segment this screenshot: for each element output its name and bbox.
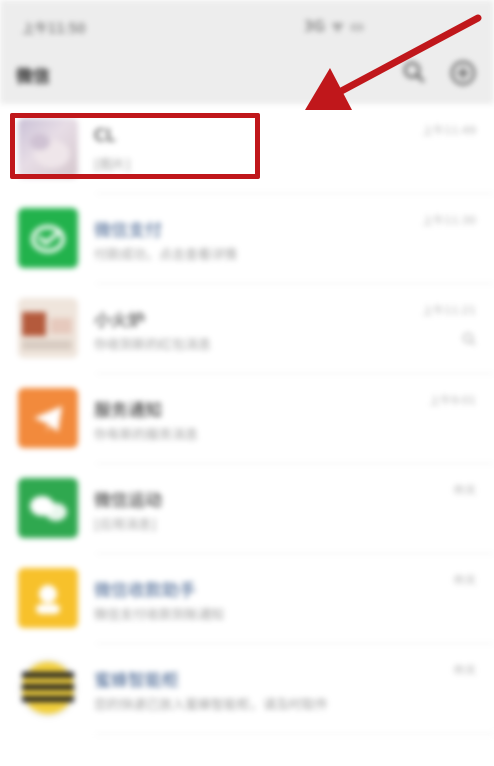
chat-time: 上午11:30 <box>422 214 476 227</box>
chat-item-bee-locker[interactable]: 蜜蜂智能柜 您的快递已放入蜜蜂智能柜，请及时取件 昨天 <box>0 644 494 734</box>
chat-name: 蜜蜂智能柜 <box>94 671 179 691</box>
add-circle-icon[interactable] <box>450 60 476 86</box>
chat-time: 上午9:01 <box>429 394 476 407</box>
bee-locker-glyph <box>22 662 74 714</box>
status-bar: 上午11:50 3G ᯤ ▭ <box>0 0 494 52</box>
wechat-sport-icon <box>18 478 78 538</box>
chat-preview: 你有新的服务消息 <box>94 428 199 443</box>
photo-avatar <box>18 298 78 358</box>
page-title: 微信 <box>16 67 50 87</box>
wechat-receipt-icon <box>18 568 78 628</box>
chat-preview: [应用消息] <box>94 518 157 533</box>
chat-name: 微信收款助手 <box>94 581 196 601</box>
chat-preview: 您的快递已放入蜜蜂智能柜，请及时取件 <box>94 698 329 713</box>
avatar-photo-art <box>22 312 72 350</box>
wechat-pay-glyph <box>31 225 65 253</box>
highlight-box <box>10 113 260 179</box>
bee-locker-icon <box>18 658 78 718</box>
chat-time: 上午11:21 <box>422 304 476 317</box>
chat-name: 服务通知 <box>94 401 162 421</box>
chat-time: 昨天 <box>454 574 476 587</box>
wechat-pay-icon <box>18 208 78 268</box>
nav-bar: 微信 <box>0 52 494 104</box>
chat-item-wechat-pay[interactable]: 微信支付 付款成功，点击查看详情 上午11:30 <box>0 194 494 284</box>
chat-time: 昨天 <box>454 484 476 497</box>
chat-preview: 你收到新的红包消息 <box>94 338 212 353</box>
mute-icon <box>462 332 476 346</box>
chat-item-service-notice[interactable]: 服务通知 你有新的服务消息 上午9:01 <box>0 374 494 464</box>
chat-list: CL [图片] 上午11:49 微信支付 付款成功，点击查看详情 上午11:30 <box>0 104 494 734</box>
service-notice-glyph <box>34 406 62 432</box>
wechat-sport-glyph <box>30 496 67 521</box>
status-icons: 3G ᯤ ▭ <box>304 19 365 35</box>
chat-name: 小火炉 <box>94 311 145 331</box>
chat-item-xiaohuolu[interactable]: 小火炉 你收到新的红包消息 上午11:21 <box>0 284 494 374</box>
chat-time: 上午11:49 <box>422 124 476 137</box>
chat-time: 昨天 <box>454 664 476 677</box>
chat-name: 微信支付 <box>94 221 162 241</box>
status-time: 上午11:50 <box>22 22 86 37</box>
service-notice-icon <box>18 388 78 448</box>
chat-name: 微信运动 <box>94 491 162 511</box>
chat-preview: 微信支付收款到账通知 <box>94 608 225 623</box>
chat-item-wechat-receipt[interactable]: 微信收款助手 微信支付收款到账通知 昨天 <box>0 554 494 644</box>
search-icon[interactable] <box>402 60 426 84</box>
chat-preview: 付款成功，点击查看详情 <box>94 248 238 263</box>
wechat-receipt-glyph <box>36 585 60 614</box>
chat-item-wechat-sport[interactable]: 微信运动 [应用消息] 昨天 <box>0 464 494 554</box>
